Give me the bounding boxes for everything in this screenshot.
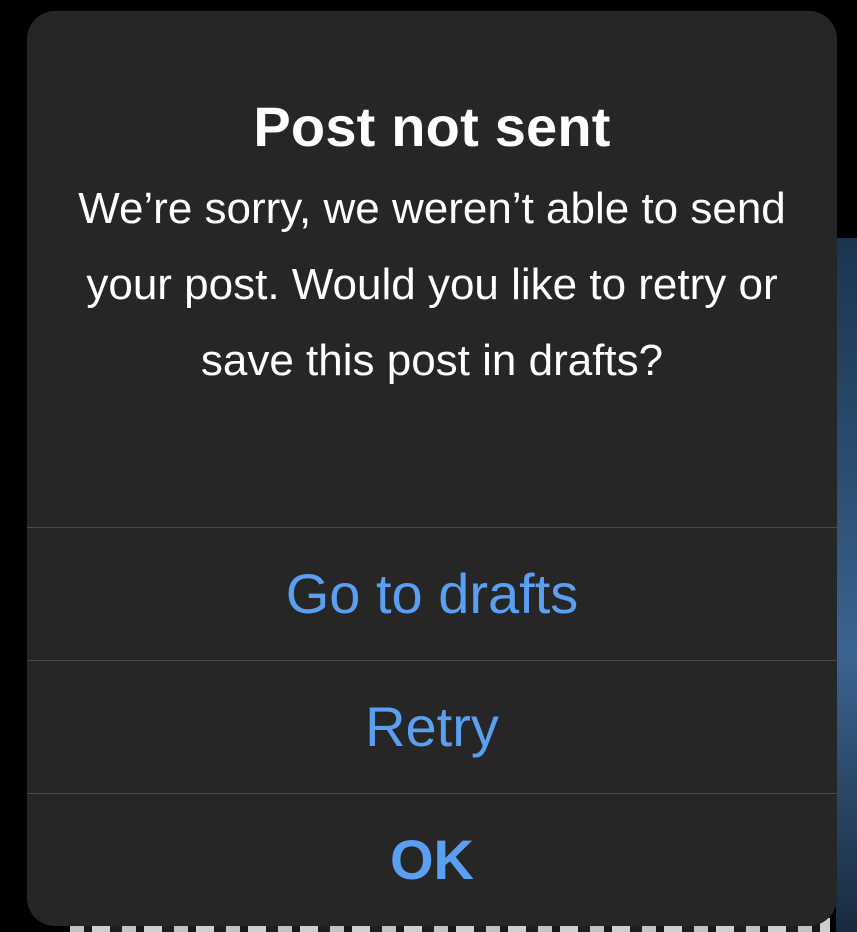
- background-image-edge: [836, 238, 857, 932]
- alert-message: We’re sorry, we weren’t able to send you…: [78, 184, 786, 385]
- background-header-area: [836, 0, 857, 236]
- go-to-drafts-button[interactable]: Go to drafts: [27, 528, 837, 660]
- ok-button[interactable]: OK: [27, 794, 837, 926]
- retry-button[interactable]: Retry: [27, 661, 837, 793]
- post-not-sent-alert: Post not sent We’re sorry, we weren’t ab…: [27, 11, 837, 926]
- alert-header: Post not sent We’re sorry, we weren’t ab…: [27, 11, 837, 527]
- alert-title: Post not sent: [253, 95, 611, 158]
